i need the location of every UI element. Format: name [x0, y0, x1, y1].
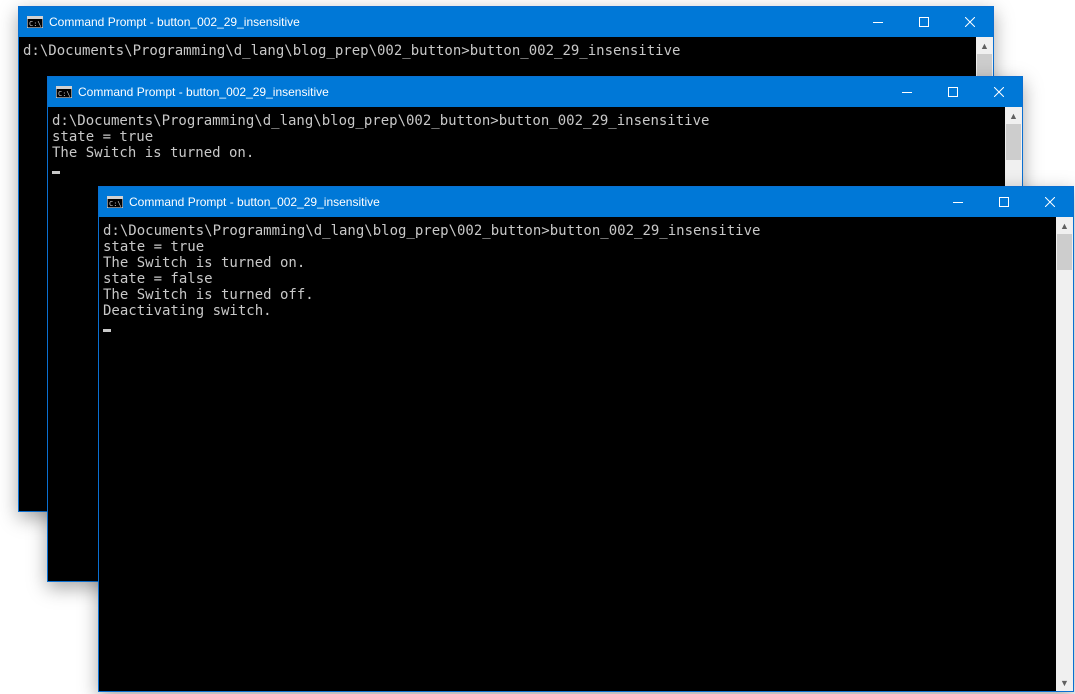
maximize-button[interactable]: [930, 77, 976, 107]
window-controls: [855, 7, 993, 37]
terminal-line: Deactivating switch.: [103, 303, 1052, 319]
scroll-thumb[interactable]: [1057, 234, 1072, 270]
close-button[interactable]: [976, 77, 1022, 107]
titlebar[interactable]: C:\ Command Prompt - button_002_29_insens…: [48, 77, 1022, 107]
svg-text:C:\: C:\: [109, 200, 122, 208]
cmd-app-icon: C:\: [107, 194, 123, 210]
maximize-button[interactable]: [981, 187, 1027, 217]
terminal-line: state = true: [52, 129, 1001, 145]
scroll-up-button[interactable]: ▲: [976, 37, 993, 54]
text-cursor: [103, 329, 111, 332]
terminal-output[interactable]: d:\Documents\Programming\d_lang\blog_pre…: [99, 217, 1056, 691]
terminal-line: d:\Documents\Programming\d_lang\blog_pre…: [23, 43, 972, 59]
titlebar[interactable]: C:\ Command Prompt - button_002_29_insens…: [19, 7, 993, 37]
terminal-line: The Switch is turned on.: [103, 255, 1052, 271]
terminal-line: state = false: [103, 271, 1052, 287]
terminal-line: d:\Documents\Programming\d_lang\blog_pre…: [103, 223, 1052, 239]
terminal-line: The Switch is turned off.: [103, 287, 1052, 303]
scroll-up-button[interactable]: ▲: [1056, 217, 1073, 234]
window-controls: [884, 77, 1022, 107]
client-area: d:\Documents\Programming\d_lang\blog_pre…: [99, 217, 1073, 691]
vertical-scrollbar[interactable]: ▲▼: [1056, 217, 1073, 691]
titlebar[interactable]: C:\ Command Prompt - button_002_29_insens…: [99, 187, 1073, 217]
scroll-up-button[interactable]: ▲: [1005, 107, 1022, 124]
scroll-track[interactable]: [1056, 234, 1073, 674]
scroll-down-button[interactable]: ▼: [1056, 674, 1073, 691]
cursor-line: [52, 161, 1001, 177]
close-button[interactable]: [1027, 187, 1073, 217]
terminal-line: state = true: [103, 239, 1052, 255]
cmd-app-icon: C:\: [27, 14, 43, 30]
svg-text:C:\: C:\: [29, 20, 42, 28]
scroll-thumb[interactable]: [1006, 124, 1021, 160]
close-button[interactable]: [947, 7, 993, 37]
terminal-line: The Switch is turned on.: [52, 145, 1001, 161]
window-title: Command Prompt - button_002_29_insensiti…: [129, 195, 935, 209]
terminal-line: d:\Documents\Programming\d_lang\blog_pre…: [52, 113, 1001, 129]
command-prompt-window[interactable]: C:\ Command Prompt - button_002_29_insens…: [98, 186, 1074, 692]
minimize-button[interactable]: [855, 7, 901, 37]
text-cursor: [52, 171, 60, 174]
svg-text:C:\: C:\: [58, 90, 71, 98]
window-title: Command Prompt - button_002_29_insensiti…: [49, 15, 855, 29]
cursor-line: [103, 319, 1052, 335]
window-title: Command Prompt - button_002_29_insensiti…: [78, 85, 884, 99]
cmd-app-icon: C:\: [56, 84, 72, 100]
maximize-button[interactable]: [901, 7, 947, 37]
minimize-button[interactable]: [884, 77, 930, 107]
window-controls: [935, 187, 1073, 217]
minimize-button[interactable]: [935, 187, 981, 217]
